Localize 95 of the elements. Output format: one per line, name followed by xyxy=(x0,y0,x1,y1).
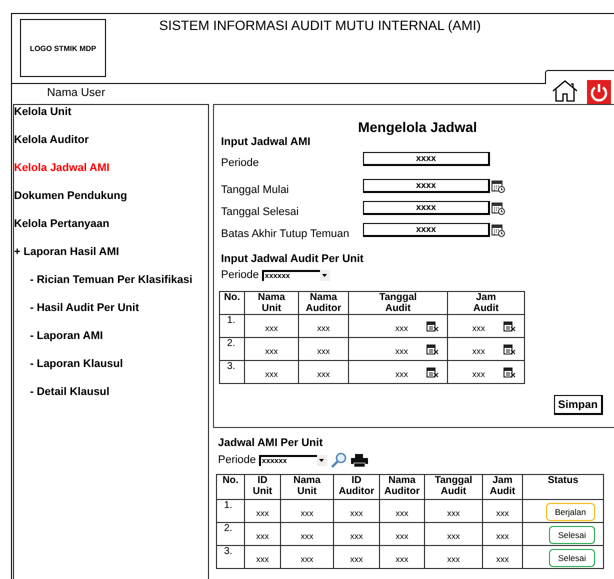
column-header: Jam Audit xyxy=(482,474,522,500)
field-label: Tanggal Selesai xyxy=(221,205,300,218)
field-label: Periode xyxy=(221,156,260,169)
table-cell: xxx xyxy=(300,531,314,541)
input-field[interactable]: xxxx xyxy=(363,179,490,193)
column-header: Nama Auditor xyxy=(298,292,348,314)
panel-title: Mengelola Jadwal xyxy=(358,119,478,135)
calendar-edit-icon[interactable] xyxy=(503,343,516,355)
sidebar-item[interactable]: - Laporan Klausul xyxy=(30,358,123,370)
calendar-icon[interactable] xyxy=(491,201,505,215)
table-cell: xxx xyxy=(265,323,278,333)
home-icon[interactable] xyxy=(551,80,579,102)
app-title: SISTEM INFORMASI AUDIT MUTU INTERNAL (AMI) xyxy=(158,18,482,34)
sidebar-item[interactable]: + Laporan Hasil AMI xyxy=(14,246,120,258)
column-header: Jam Audit xyxy=(448,292,524,314)
table-cell: xxx xyxy=(300,554,314,564)
column-header: ID Unit xyxy=(244,474,280,500)
table-cell: xxx xyxy=(447,508,460,518)
table-cell: xxx xyxy=(317,323,330,333)
sidebar-item[interactable]: Kelola Unit xyxy=(14,106,72,118)
table-cell: 1. xyxy=(220,314,244,338)
caret-icon xyxy=(319,458,324,462)
table-cell: xxx xyxy=(350,531,363,541)
table-cell: 2. xyxy=(220,338,244,360)
table-cell: xxx xyxy=(256,554,269,564)
sidebar-item[interactable]: Kelola Pertanyaan xyxy=(14,218,110,230)
table-cell: 3. xyxy=(216,546,244,568)
user-name: Nama User xyxy=(47,87,106,99)
power-icon[interactable] xyxy=(587,80,611,104)
table-cell: 3. xyxy=(220,360,244,384)
status-tag: Selesai xyxy=(549,526,595,544)
column-header: Nama Auditor xyxy=(380,474,424,500)
sidebar-item[interactable]: - Hasil Audit Per Unit xyxy=(30,302,139,314)
table-cell: xxx xyxy=(496,508,509,518)
caret-icon xyxy=(322,274,328,276)
table-cell: xxx xyxy=(265,346,278,356)
status-tag: Selesai xyxy=(549,549,595,567)
table-cell: xxx xyxy=(396,554,408,564)
table-cell: xxx xyxy=(472,323,485,333)
calendar-edit-icon[interactable] xyxy=(503,366,516,378)
column-header: Nama Unit xyxy=(244,292,298,314)
input-field[interactable]: xxxx xyxy=(363,152,490,166)
table-cell: xxx xyxy=(472,369,485,379)
table-cell: xxx xyxy=(395,369,408,379)
sidebar-item[interactable]: - Laporan AMI xyxy=(30,330,103,342)
sidebar-item[interactable]: Dokumen Pendukung xyxy=(14,190,128,202)
table-cell: xxx xyxy=(350,554,363,564)
table-cell: xxx xyxy=(317,369,330,379)
table-cell: 2. xyxy=(216,522,244,546)
table-cell: xxx xyxy=(256,508,269,518)
table-cell: 1. xyxy=(216,500,244,522)
sidebar-item[interactable]: Kelola Jadwal AMI xyxy=(14,162,110,174)
printer-icon[interactable] xyxy=(350,454,368,466)
column-header: No. xyxy=(216,474,244,500)
sidebar-item[interactable]: Kelola Auditor xyxy=(14,134,89,146)
table-cell: xxx xyxy=(395,323,408,333)
table-cell: xxx xyxy=(447,531,460,541)
calendar-edit-icon[interactable] xyxy=(426,366,439,378)
sidebar-item[interactable]: - Detail Klausul xyxy=(30,386,110,398)
table-cell: xxx xyxy=(496,554,509,564)
field-label: Tanggal Mulai xyxy=(221,183,290,196)
periode-label: Periode xyxy=(218,454,256,466)
search-icon[interactable] xyxy=(330,452,348,468)
column-header: Tanggal Audit xyxy=(424,474,482,500)
calendar-edit-icon[interactable] xyxy=(426,320,439,332)
field-label: Batas Akhir Tutup Temuan xyxy=(221,227,350,240)
input-field[interactable]: xxxx xyxy=(363,223,490,237)
column-header: Status xyxy=(522,474,604,500)
column-header: Nama Unit xyxy=(280,474,334,500)
calendar-edit-icon[interactable] xyxy=(426,343,439,355)
calendar-icon[interactable] xyxy=(491,179,505,193)
table-cell: xxx xyxy=(396,531,408,541)
table-cell: xxx xyxy=(447,554,460,564)
column-header: ID Auditor xyxy=(334,474,380,500)
calendar-icon[interactable] xyxy=(491,223,505,237)
section-heading: Jadwal AMI Per Unit xyxy=(218,437,324,449)
sidebar-item[interactable]: - Rician Temuan Per Klasifikasi xyxy=(30,274,192,286)
column-header: No. xyxy=(220,292,244,314)
save-button[interactable]: Simpan xyxy=(554,395,603,415)
table-cell: xxx xyxy=(317,346,330,356)
calendar-edit-icon[interactable] xyxy=(503,320,516,332)
table-cell: xxx xyxy=(350,508,363,518)
table-cell: xxx xyxy=(396,508,408,518)
table-cell: xxx xyxy=(300,508,314,518)
table-cell: xxx xyxy=(265,369,278,379)
table-cell: xxx xyxy=(256,531,269,541)
table-cell: xxx xyxy=(395,346,408,356)
status-tag: Berjalan xyxy=(546,503,595,521)
section-heading: Input Jadwal Audit Per Unit xyxy=(221,253,365,265)
section-heading: Input Jadwal AMI xyxy=(221,136,312,148)
periode-label: Periode xyxy=(221,269,259,281)
input-field[interactable]: xxxx xyxy=(363,201,490,215)
column-header: Tanggal Audit xyxy=(348,292,448,314)
table-cell: xxx xyxy=(472,346,485,356)
table-cell: xxx xyxy=(496,531,509,541)
